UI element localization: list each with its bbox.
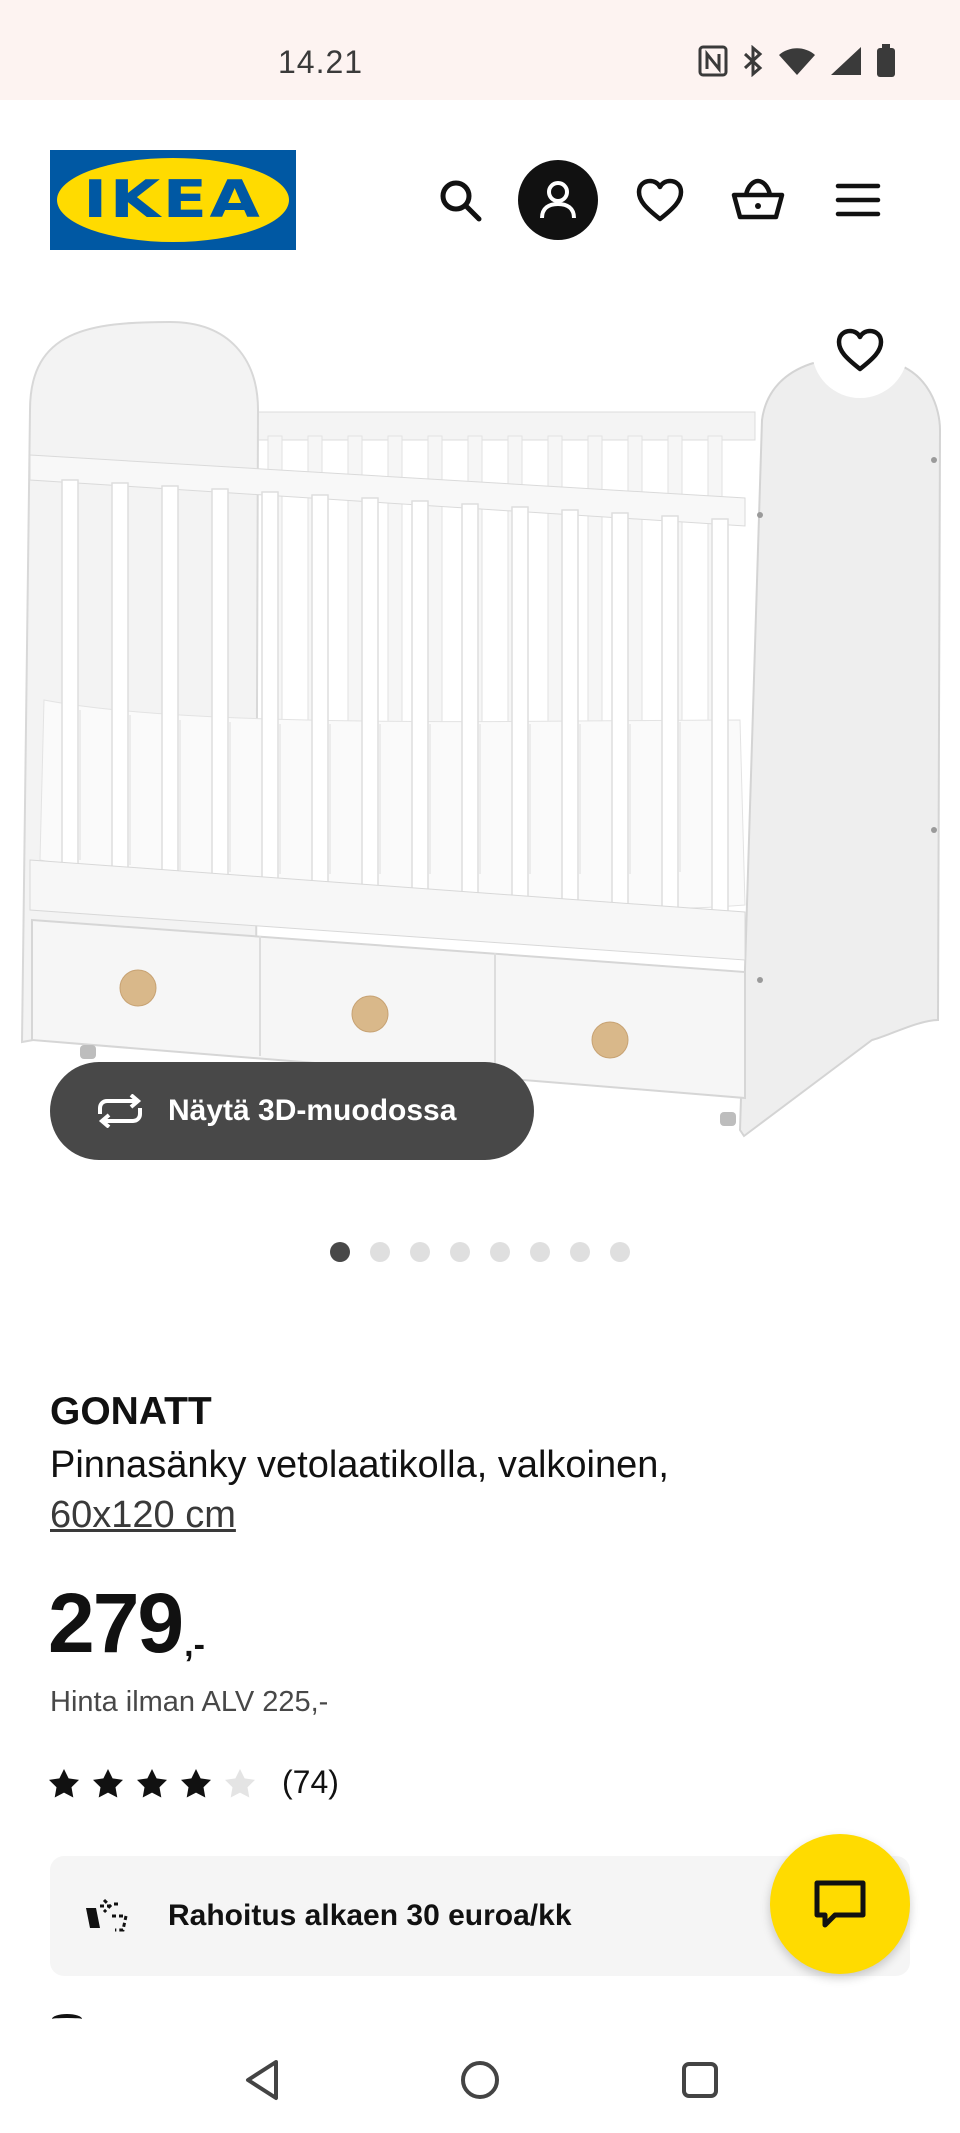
back-icon[interactable] [240, 2058, 284, 2102]
carousel-dot[interactable] [370, 1242, 390, 1262]
system-navigation-bar [0, 2020, 960, 2133]
product-description-text: Pinnasänky vetolaatikolla, valkoinen, [50, 1444, 669, 1486]
status-bar: 14.21 [0, 0, 960, 100]
search-icon[interactable] [420, 160, 500, 240]
battery-icon [876, 44, 896, 78]
view-3d-label: Näytä 3D-muodossa [168, 1094, 457, 1127]
chat-button[interactable] [770, 1834, 910, 1974]
recents-icon[interactable] [678, 2058, 722, 2102]
carousel-dot[interactable] [530, 1242, 550, 1262]
chat-bubble-icon [814, 1880, 866, 1928]
add-to-favourites-button[interactable] [812, 302, 908, 398]
product-image[interactable] [0, 300, 960, 1160]
carousel-dot[interactable] [410, 1242, 430, 1262]
bluetooth-icon [742, 45, 764, 77]
star-filled-icon [93, 1768, 123, 1797]
financing-icon [84, 1896, 132, 1936]
product-size-link[interactable]: 60x120 cm [50, 1494, 236, 1536]
carousel-dot[interactable] [490, 1242, 510, 1262]
star-filled-icon [181, 1768, 211, 1797]
logo-text: IKEA [83, 170, 263, 230]
wifi-icon [778, 46, 816, 76]
status-time: 14.21 [278, 44, 364, 80]
image-carousel-dots [330, 1242, 630, 1262]
carousel-dot[interactable] [330, 1242, 350, 1262]
review-count: (74) [282, 1764, 339, 1800]
carousel-dot[interactable] [570, 1242, 590, 1262]
home-icon[interactable] [458, 2058, 502, 2102]
price-value: 279 [48, 1576, 184, 1670]
view-3d-button[interactable]: Näytä 3D-muodossa [50, 1062, 534, 1160]
price-suffix: ,- [184, 1626, 205, 1664]
rotate-3d-icon [94, 1094, 146, 1128]
financing-label: Rahoitus alkaen 30 euroa/kk [168, 1899, 572, 1932]
product-name: GONATT [50, 1390, 212, 1433]
ikea-logo[interactable]: IKEA [50, 150, 296, 250]
star-filled-icon [49, 1768, 79, 1797]
carousel-dot[interactable] [450, 1242, 470, 1262]
heart-icon[interactable] [620, 160, 700, 240]
carousel-dot[interactable] [610, 1242, 630, 1262]
product-price: 279 ,- [48, 1578, 205, 1668]
price-excluding-vat: Hinta ilman ALV 225,- [50, 1686, 329, 1718]
signal-icon [830, 46, 862, 76]
basket-icon[interactable] [718, 160, 798, 240]
profile-icon[interactable] [518, 160, 598, 240]
nfc-icon [698, 45, 728, 77]
product-description: Pinnasänky vetolaatikolla, valkoinen, 60… [50, 1440, 870, 1540]
heart-outline-icon [836, 328, 884, 372]
star-filled-icon [137, 1768, 167, 1797]
site-header: IKEA [0, 100, 960, 300]
menu-icon[interactable] [818, 160, 898, 240]
product-rating[interactable]: (74) [48, 1764, 339, 1801]
star-empty-icon [225, 1768, 255, 1797]
